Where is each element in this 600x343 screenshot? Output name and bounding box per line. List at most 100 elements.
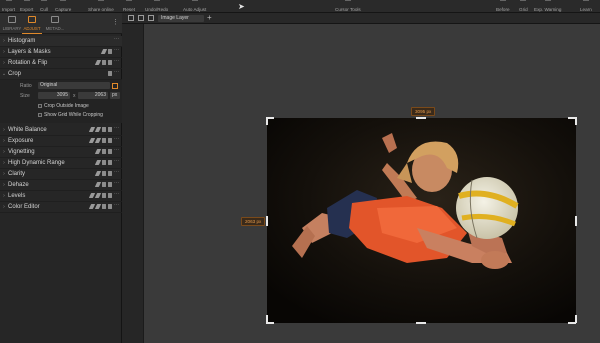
preset-icon[interactable] [108, 149, 112, 154]
unit-select[interactable]: px [110, 92, 120, 99]
section-high-dynamic-range[interactable]: › High Dynamic Range ··· [0, 158, 122, 169]
export-button[interactable]: Export [20, 0, 33, 13]
brush-icon[interactable] [94, 204, 102, 209]
section-dehaze[interactable]: › Dehaze ··· [0, 180, 122, 191]
section-rotation-flip[interactable]: › Rotation & Flip ··· [0, 58, 122, 69]
before-button[interactable]: Before [496, 0, 510, 13]
crop-handle-left[interactable] [266, 216, 268, 226]
reset-icon[interactable] [108, 60, 112, 65]
section-color-editor[interactable]: › Color Editor ··· [0, 202, 122, 213]
brush-icon[interactable] [94, 138, 102, 143]
tab-adjust[interactable]: ADJUST [20, 13, 44, 34]
compare-view-icon[interactable] [148, 15, 154, 21]
preset-icon[interactable] [108, 182, 112, 187]
copy-icon[interactable] [102, 193, 106, 198]
reset-button[interactable]: Reset [123, 0, 135, 13]
section-layers-masks[interactable]: › Layers & Masks ··· [0, 47, 122, 58]
preset-icon[interactable] [108, 160, 112, 165]
more-icon[interactable]: ··· [114, 126, 119, 132]
more-icon[interactable]: ··· [114, 203, 119, 209]
section-exposure[interactable]: › Exposure ··· [0, 136, 122, 147]
brush-icon[interactable] [94, 193, 102, 198]
copy-icon[interactable] [102, 60, 106, 65]
section-vignetting[interactable]: › Vignetting ··· [0, 147, 122, 158]
more-icon[interactable]: ··· [114, 48, 119, 54]
brush-icon[interactable] [100, 49, 108, 54]
reset-icon[interactable] [108, 49, 112, 54]
times-label: x [73, 93, 76, 99]
brush-icon[interactable] [94, 60, 102, 65]
brush-icon[interactable] [94, 127, 102, 132]
single-view-icon[interactable] [128, 15, 134, 21]
crop-width-field[interactable]: 3095 [38, 92, 70, 99]
copy-icon[interactable] [102, 149, 106, 154]
show-grid-checkbox[interactable]: Show Grid While Cropping [38, 112, 103, 118]
more-icon[interactable]: ··· [114, 137, 119, 143]
section-white-balance[interactable]: › White Balance ··· [0, 125, 122, 136]
preset-icon[interactable] [108, 204, 112, 209]
panel-menu-icon[interactable]: ⋮ [112, 18, 119, 26]
preset-icon[interactable] [108, 127, 112, 132]
multi-view-icon[interactable] [138, 15, 144, 21]
more-icon[interactable]: ··· [114, 192, 119, 198]
share-online-button[interactable]: Share online [88, 0, 114, 13]
more-icon[interactable]: ··· [114, 59, 119, 65]
exposure-warning-button[interactable]: Exp. Warning [534, 0, 561, 13]
crop-tool-icon[interactable] [112, 83, 118, 89]
preset-icon[interactable] [108, 193, 112, 198]
section-histogram[interactable]: › Histogram ··· [0, 36, 122, 47]
crop-handle-bottom-right-v[interactable] [575, 315, 577, 323]
more-icon[interactable]: ··· [114, 37, 119, 43]
top-toolbar: Import Export Cull Capture Share online … [0, 0, 600, 13]
copy-icon[interactable] [102, 160, 106, 165]
grid-button[interactable]: Grid [519, 0, 528, 13]
size-label: Size [20, 93, 30, 99]
brush-icon[interactable] [94, 149, 102, 154]
crop-handle-top-left-v[interactable] [266, 117, 268, 125]
more-icon[interactable]: ··· [114, 181, 119, 187]
crop-outside-image-checkbox[interactable]: Crop Outside Image [38, 103, 89, 109]
preset-icon[interactable] [108, 138, 112, 143]
brush-icon[interactable] [94, 160, 102, 165]
crop-handle-bottom[interactable] [416, 322, 426, 324]
crop-handle-bottom-left-v[interactable] [266, 315, 268, 323]
section-crop[interactable]: ⌄ Crop ··· [0, 69, 122, 80]
cursor-tools-button[interactable]: Cursor Tools [335, 0, 361, 13]
undo-redo-button[interactable]: Undo/Redo [145, 0, 168, 13]
chevron-right-icon: › [3, 126, 5, 133]
section-clarity[interactable]: › Clarity ··· [0, 169, 122, 180]
cursor-tools-icon [344, 0, 351, 4]
add-layer-icon[interactable]: + [207, 13, 212, 22]
copy-icon[interactable] [102, 204, 106, 209]
auto-adjust-button[interactable]: Auto Adjust [183, 0, 206, 13]
tab-metadata[interactable]: METAD... [43, 13, 67, 34]
copy-icon[interactable] [102, 171, 106, 176]
undo-icon [153, 0, 160, 4]
brush-icon[interactable] [94, 182, 102, 187]
crop-height-field[interactable]: 2063 [78, 92, 108, 99]
import-button[interactable]: Import [2, 0, 15, 13]
crop-handle-top[interactable] [416, 117, 426, 119]
learn-icon [582, 0, 589, 4]
copy-icon[interactable] [102, 138, 106, 143]
section-levels[interactable]: › Levels ··· [0, 191, 122, 202]
brush-icon[interactable] [94, 171, 102, 176]
photo-canvas[interactable] [267, 118, 576, 323]
cull-button[interactable]: Cull [40, 0, 48, 13]
copy-icon[interactable] [102, 127, 106, 132]
capture-button[interactable]: Capture [55, 0, 71, 13]
more-icon[interactable]: ··· [114, 70, 119, 76]
learn-button[interactable]: Learn [580, 0, 592, 13]
more-icon[interactable]: ··· [114, 159, 119, 165]
grid-icon [520, 0, 527, 4]
copy-icon[interactable] [102, 182, 106, 187]
ratio-select[interactable]: Original [38, 82, 110, 89]
chevron-right-icon: › [3, 192, 5, 199]
layer-select[interactable]: Image Layer [158, 15, 204, 22]
more-icon[interactable]: ··· [114, 148, 119, 154]
crop-handle-right[interactable] [575, 216, 577, 226]
crop-handle-top-right-v[interactable] [575, 117, 577, 125]
preset-icon[interactable] [108, 171, 112, 176]
copy-icon[interactable] [108, 71, 112, 76]
more-icon[interactable]: ··· [114, 170, 119, 176]
